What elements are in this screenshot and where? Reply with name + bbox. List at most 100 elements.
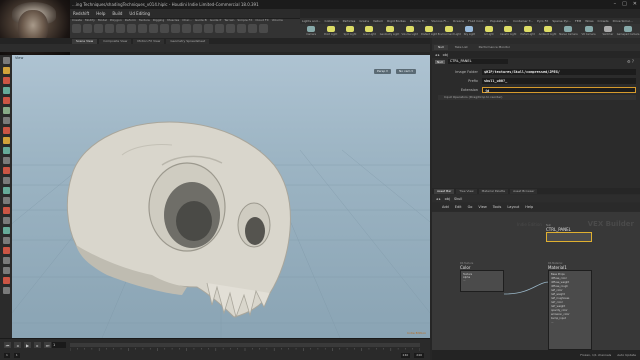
shelf-tool-icon[interactable]	[94, 24, 103, 33]
desktop-ud-editing[interactable]: Ud Editing	[129, 11, 150, 16]
tab-scene-view[interactable]: Scene View	[72, 38, 98, 44]
tab-asset-browser[interactable]: Asset Browser	[510, 188, 538, 194]
right-shelf-tab[interactable]: Grains	[359, 19, 369, 23]
viewport-tool-icon[interactable]	[2, 167, 10, 174]
viewport-tool-icon[interactable]	[2, 287, 10, 294]
right-shelf-tab[interactable]: Container T...	[513, 19, 533, 23]
global-end-field[interactable]: 240	[400, 352, 411, 358]
shelf-tool-icon[interactable]	[72, 24, 81, 33]
left-shelf-tab[interactable]: Simple FX	[237, 18, 252, 23]
shelf-tool-icon[interactable]	[116, 24, 125, 33]
left-shelf-tab[interactable]: Guide P	[210, 18, 222, 23]
viewport-tool-icon[interactable]	[2, 237, 10, 244]
shelf-tool-button[interactable]: Area Light	[361, 26, 377, 36]
shelf-tool-button[interactable]: Gamepad Camera	[617, 26, 639, 36]
shelf-tool-icon[interactable]	[83, 24, 92, 33]
shelf-tool-icon[interactable]	[237, 24, 246, 33]
menu-view[interactable]: View	[478, 205, 486, 209]
shelf-tool-icon[interactable]	[127, 24, 136, 33]
menu-edit[interactable]: Edit	[455, 205, 462, 209]
shelf-tool-button[interactable]: GI Light	[481, 26, 497, 36]
timeline-slider[interactable]	[70, 343, 420, 347]
left-shelf-tab[interactable]: Guide B	[195, 18, 207, 23]
left-shelf-tab[interactable]: Modify	[85, 18, 95, 23]
material-port[interactable]: refl_roughness	[551, 297, 589, 300]
desktop-build[interactable]: Build	[112, 11, 122, 16]
auto-update-toggle[interactable]: Auto Update	[617, 353, 636, 357]
shelf-tool-button[interactable]: Volume Light	[402, 26, 418, 36]
material-port[interactable]: ...	[551, 321, 589, 324]
material-port[interactable]: bump_input	[551, 317, 589, 320]
shelf-tool-button[interactable]: Geometry Light	[380, 26, 399, 36]
left-shelf-tab[interactable]: Create	[72, 18, 82, 23]
tab-asset-bar[interactable]: Asset Bar	[434, 188, 455, 194]
viewport-tool-icon[interactable]	[2, 67, 10, 74]
left-shelf-tab[interactable]: Muscles	[167, 18, 179, 23]
viewport-tool-icon[interactable]	[2, 197, 10, 204]
material-port[interactable]: emission_color	[551, 313, 589, 316]
material-port[interactable]: refl_weight	[551, 293, 589, 296]
shelf-tool-button[interactable]: Distant Light	[421, 26, 437, 36]
viewport-tool-icon[interactable]	[2, 177, 10, 184]
shelf-tool-icon[interactable]	[138, 24, 147, 33]
shelf-tool-button[interactable]: Point Light	[322, 26, 338, 36]
tab-tree-view[interactable]: Tree View	[456, 188, 477, 194]
shelf-tool-icon[interactable]	[105, 24, 114, 33]
viewport-tool-icon[interactable]	[2, 207, 10, 214]
viewport-tool-icon[interactable]	[2, 127, 10, 134]
input-operators-folder[interactable]: Input Operators (Drag/Drop to reorder)	[438, 95, 636, 100]
viewport-tool-icon[interactable]	[2, 117, 10, 124]
viewport-tool-icon[interactable]	[2, 227, 10, 234]
menu-add[interactable]: Add	[442, 205, 449, 209]
material-port[interactable]: diffuse_color	[551, 277, 589, 280]
left-shelf-tab[interactable]: Polygon	[110, 18, 122, 23]
shelf-tool-button[interactable]: Caustic Light	[500, 26, 516, 36]
right-shelf-tab[interactable]: Particle Fl...	[410, 19, 427, 23]
material-port[interactable]: Base Props	[551, 273, 589, 276]
viewport-tool-icon[interactable]	[2, 257, 10, 264]
viewport-tool-icon[interactable]	[2, 87, 10, 94]
right-shelf-tab[interactable]: Oceans	[453, 19, 464, 23]
right-shelf-tab[interactable]: Populate C...	[490, 19, 509, 23]
shelf-tool-button[interactable]: VR Camera	[580, 26, 596, 36]
viewport-tool-icon[interactable]	[2, 267, 10, 274]
play-icon[interactable]: ▶	[24, 342, 31, 348]
close-button[interactable]: ✕	[633, 1, 637, 7]
left-shelf-tab[interactable]: Deform	[125, 18, 136, 23]
extension-field[interactable]: jd	[482, 87, 636, 93]
viewport-tool-icon[interactable]	[2, 217, 10, 224]
right-shelf-tab[interactable]: Rigid Bodies	[387, 19, 406, 23]
tab-null[interactable]: Null	[434, 45, 448, 50]
viewport-tool-icon[interactable]	[2, 77, 10, 84]
path-obj[interactable]: obj	[443, 53, 448, 57]
port-more[interactable]: ...	[463, 279, 501, 282]
right-shelf-tab[interactable]: Crowds	[598, 19, 609, 23]
shelf-tool-icon[interactable]	[171, 24, 180, 33]
left-shelf-tab[interactable]: Rigging	[153, 18, 164, 23]
shelf-tool-button[interactable]: Environment Light	[438, 26, 461, 36]
tab-take-list[interactable]: Take List	[450, 45, 472, 50]
node-material[interactable]: RS Material Material1 Base Props diffuse_…	[548, 262, 592, 350]
tab-material-palette[interactable]: Material Palette	[478, 188, 509, 194]
shelf-tool-icon[interactable]	[215, 24, 224, 33]
right-shelf-tab[interactable]: Viscous Fl...	[431, 19, 449, 23]
back-arrow-icon[interactable]: ◂ ▸	[435, 53, 440, 57]
shelf-tool-button[interactable]: Stereo Camera	[559, 26, 578, 36]
step-forward-icon[interactable]: ▸	[34, 342, 41, 348]
material-port[interactable]: opacity_color	[551, 309, 589, 312]
right-shelf-tab[interactable]: Drive Simul...	[613, 19, 633, 23]
image-folder-field[interactable]: $HIP/textures/Skull/compressed/JPEG/	[482, 69, 636, 75]
viewport-tool-icon[interactable]	[2, 157, 10, 164]
tab-motion-fx-view[interactable]: Motion FX View	[133, 38, 165, 44]
minimize-button[interactable]: –	[614, 1, 617, 7]
material-port[interactable]: diffuse_weight	[551, 281, 589, 284]
left-shelf-tab[interactable]: Model	[98, 18, 107, 23]
step-back-icon[interactable]: ◂	[14, 342, 21, 348]
path-skull[interactable]: Skull	[454, 197, 462, 201]
viewport-tool-icon[interactable]	[2, 107, 10, 114]
left-shelf-tab[interactable]: Terrain	[224, 18, 234, 23]
right-shelf-tab[interactable]: Wires	[585, 19, 593, 23]
tab-performance-monitor[interactable]: Performance Monitor	[474, 45, 515, 50]
shelf-tool-icon[interactable]	[193, 24, 202, 33]
shelf-tool-button[interactable]: Camera	[303, 26, 319, 36]
